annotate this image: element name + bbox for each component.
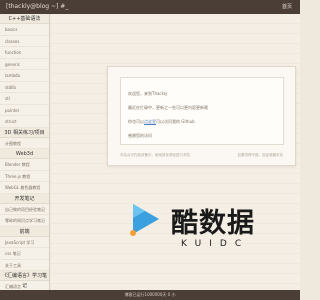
watermark-subtitle: KUIDC xyxy=(181,239,250,249)
sidebar-item-classes[interactable]: classes xyxy=(0,36,49,47)
top-bar: [thackly@blog ~] #_ 首页 xyxy=(0,0,300,14)
sidebar-item-project-notes[interactable]: 自己做的项目经验笔记 xyxy=(0,204,49,215)
update-line: 最近在忙碌中，更新之一些可以更内容更新哦 xyxy=(128,105,208,110)
sidebar-item-blender[interactable]: Blender 教程 xyxy=(0,159,49,171)
sidebar-item-basics[interactable]: basics xyxy=(0,24,49,36)
watermark-title: 酷数据 xyxy=(171,208,255,239)
sidebar-item-3d-tutorial[interactable]: 计图教程 xyxy=(0,138,49,149)
sidebar-item-stdlib[interactable]: stdlib xyxy=(0,82,49,93)
sidebar-heading-cpp[interactable]: C++基础语法 xyxy=(0,14,49,24)
sidebar-heading-assembly[interactable]: 《汇编语言》学习笔记 xyxy=(0,271,49,289)
sidebar-item-css[interactable]: css 笔记 xyxy=(0,248,49,260)
sidebar-item-tools[interactable]: 关于工具 xyxy=(0,260,49,271)
sidebar-item-threejs[interactable]: Three.js 教程 xyxy=(0,171,49,182)
sidebar-heading-dev-notes[interactable]: 开发笔记 xyxy=(0,193,49,204)
sidebar-item-stl[interactable]: stl xyxy=(0,93,49,105)
sidebar-item-lambda[interactable]: lambda xyxy=(0,70,49,82)
sidebar-heading-web3d[interactable]: Web3d xyxy=(0,149,49,159)
sidebar-heading-3d[interactable]: 3D 相关练习/项目 xyxy=(0,127,49,138)
card-footnote-left: 本站点可在各设备中，使用鼠标滚轮进行浏览 xyxy=(120,153,190,157)
github-link[interactable]: 点这里 xyxy=(144,119,156,124)
sidebar-heading-frontend[interactable]: 前端 xyxy=(0,226,49,237)
home-link[interactable]: 首页 xyxy=(282,0,292,14)
github-suffix: 可以访问我的 Github xyxy=(156,119,195,124)
github-prefix: 你也可以 xyxy=(128,119,144,124)
welcome-line: 欢迎您，来到Thackly xyxy=(128,91,168,96)
thanks-line: 感谢您的访问 xyxy=(128,133,152,138)
sidebar-item-pointer[interactable]: pointer xyxy=(0,105,49,116)
sidebar-item-knowledge-notes[interactable]: 零碎的知识点学习笔记 xyxy=(0,215,49,227)
sidebar-item-function[interactable]: function xyxy=(0,47,49,59)
site-title[interactable]: [thackly@blog ~] #_ xyxy=(6,0,68,14)
sidebar-item-struct[interactable]: struct xyxy=(0,116,49,128)
sidebar-item-javascript[interactable]: JavaScript 学习 xyxy=(0,237,49,248)
watermark: 酷数据 KUIDC xyxy=(125,195,265,275)
github-line: 你也可以点这里可以访问我的 Github xyxy=(128,119,195,125)
uptime-text: 博客已运行1000000天 0 小 xyxy=(124,292,176,297)
sidebar-item-webgl[interactable]: WebGL 着色器教程 xyxy=(0,182,49,194)
bottom-bar: 博客已运行1000000天 0 小 xyxy=(0,290,300,300)
sidebar: C++基础语法 basics classes function generic … xyxy=(0,14,50,290)
sidebar-item-generic[interactable]: generic xyxy=(0,59,49,70)
play-logo-icon xyxy=(130,204,159,236)
welcome-card-inner: 欢迎您，来到Thackly 最近在忙碌中，更新之一些可以更内容更新哦 你也可以点… xyxy=(120,77,284,145)
welcome-card: 欢迎您，来到Thackly 最近在忙碌中，更新之一些可以更内容更新哦 你也可以点… xyxy=(107,66,296,166)
card-footnote-right: 如果觉得不错，欢迎收藏本站 xyxy=(237,153,284,157)
